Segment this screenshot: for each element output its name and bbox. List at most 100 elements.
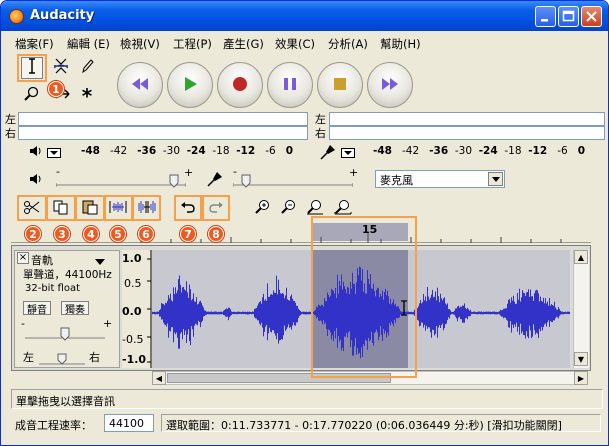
record-meter-dropdown-icon[interactable]	[341, 148, 355, 161]
vertical-scrollbar[interactable]: ▲ ▼	[573, 250, 589, 368]
output-slider-thumb[interactable]	[169, 174, 179, 191]
speaker-icon	[29, 145, 43, 160]
project-rate-value: 44100	[109, 417, 144, 430]
scroll-left-icon[interactable]: ◀	[152, 371, 166, 385]
highlight-box-1	[17, 54, 47, 82]
menu-effect[interactable]: 效果(C)	[275, 36, 315, 52]
menu-bar: 檔案(F) 編輯 (E) 檢視(V) 工程(P) 產生(G) 效果(C) 分析(…	[2, 32, 607, 52]
menu-project[interactable]: 工程(P)	[173, 36, 212, 52]
menu-help[interactable]: 幫助(H)	[380, 36, 421, 52]
highlight-box-2	[17, 195, 47, 221]
amplitude-axis: 1.0 0.5 0.0 -0.5 -1.0	[122, 250, 152, 368]
input-volume-mic-icon	[207, 171, 223, 190]
selection-info: 選取範圍：0:11.733771 - 0:17.770220 (0:06.036…	[161, 414, 601, 432]
menu-file[interactable]: 檔案(F)	[15, 36, 54, 52]
draw-tool-button[interactable]	[76, 57, 98, 79]
track-area: × 音軌 單聲道，44100Hz 32-bit float 靜音 獨奏 - + …	[11, 245, 591, 385]
callout-badge-5: 5	[110, 226, 126, 242]
selection-info-text: 選取範圍：0:11.733771 - 0:17.770220 (0:06.036…	[166, 419, 562, 432]
input-source-value: 麥克風	[380, 174, 413, 187]
output-volume-slider[interactable]	[55, 174, 187, 188]
scroll-down-icon[interactable]: ▼	[574, 352, 588, 366]
maximize-icon	[559, 7, 578, 26]
selection-status-bar: 成音工程速率： 44100 選取範圍：0:11.733771 - 0:17.77…	[11, 413, 603, 435]
status-message-bar: 單擊拖曳以選擇音訊	[11, 389, 603, 409]
record-button[interactable]	[217, 62, 263, 108]
pan-left-label: 左	[23, 351, 34, 364]
minimize-icon	[536, 7, 555, 26]
output-slider-min: -	[56, 165, 60, 178]
gain-slider-thumb[interactable]	[60, 327, 70, 344]
maximize-button[interactable]	[558, 6, 579, 27]
selection-highlight-box	[311, 216, 417, 378]
record-meter-left	[329, 112, 605, 126]
scroll-up-icon[interactable]: ▲	[574, 250, 588, 264]
menu-generate[interactable]: 產生(G)	[223, 36, 264, 52]
record-meter-right	[329, 126, 605, 140]
record-meter-right-label: 右	[315, 127, 326, 140]
menu-analyze[interactable]: 分析(A)	[328, 36, 368, 52]
pan-slider[interactable]	[39, 353, 85, 365]
stop-button[interactable]	[317, 62, 363, 108]
envelope-icon	[53, 57, 69, 79]
zoom-tool-button[interactable]	[21, 85, 43, 107]
fit-project-icon	[334, 199, 352, 218]
gain-min-label: -	[21, 317, 25, 330]
gain-slider[interactable]	[25, 327, 105, 341]
multi-tool-button[interactable]: *	[76, 84, 98, 108]
callout-badge-7: 7	[180, 226, 196, 242]
zoom-out-icon	[281, 199, 297, 218]
title-bar[interactable]: Audacity	[1, 1, 608, 31]
record-icon	[232, 76, 248, 95]
pan-right-label: 右	[89, 351, 100, 364]
mute-button[interactable]: 靜音	[23, 301, 51, 316]
project-rate-input[interactable]: 44100	[104, 414, 154, 432]
callout-badge-6: 6	[138, 226, 154, 242]
track-info: 單聲道，44100Hz	[23, 269, 112, 281]
playback-meter-left	[18, 112, 308, 126]
skip-to-start-button[interactable]	[117, 62, 163, 108]
scroll-right-icon[interactable]: ▶	[574, 371, 588, 385]
magnifier-icon	[24, 86, 40, 106]
window-title: Audacity	[30, 8, 95, 23]
input-slider-thumb[interactable]	[241, 174, 251, 191]
fit-selection-icon	[306, 199, 324, 218]
callout-badge-2: 2	[25, 226, 41, 242]
gain-max-label: +	[103, 317, 113, 330]
track-name-menu[interactable]: 音軌	[31, 252, 53, 268]
minimize-button[interactable]	[535, 6, 556, 27]
highlight-box-6	[132, 195, 161, 221]
input-source-select[interactable]: 麥克風	[375, 170, 505, 188]
microphone-icon	[320, 144, 336, 163]
play-button[interactable]	[167, 62, 213, 108]
pause-icon	[283, 77, 297, 94]
close-button[interactable]	[581, 6, 602, 27]
envelope-tool-button[interactable]	[50, 57, 72, 79]
highlight-box-8	[202, 195, 230, 221]
chevron-down-icon[interactable]	[488, 172, 503, 186]
skip-to-end-button[interactable]	[367, 62, 413, 108]
track-format: 32-bit float	[25, 283, 81, 294]
highlight-box-7	[174, 195, 202, 221]
playback-meter-dropdown-icon[interactable]	[47, 148, 61, 161]
playback-meter-right-label: 右	[5, 127, 16, 140]
highlight-box-4	[75, 195, 105, 221]
solo-button[interactable]: 獨奏	[61, 301, 89, 316]
pan-slider-thumb[interactable]	[57, 353, 67, 368]
track-close-button[interactable]: ×	[17, 252, 29, 264]
track-control-panel[interactable]: × 音軌 單聲道，44100Hz 32-bit float 靜音 獨奏 - + …	[14, 250, 120, 368]
menu-edit[interactable]: 編輯 (E)	[67, 36, 110, 52]
asterisk-icon: *	[81, 84, 93, 108]
menu-view[interactable]: 檢視(V)	[120, 36, 160, 52]
skip-end-icon	[381, 77, 399, 94]
input-volume-slider[interactable]	[232, 174, 354, 188]
zoom-out-button[interactable]	[277, 197, 301, 219]
zoom-in-icon	[255, 199, 271, 218]
highlight-box-3	[46, 195, 76, 221]
output-volume-icon	[29, 173, 43, 188]
close-icon	[582, 7, 601, 26]
zoom-in-button[interactable]	[251, 197, 275, 219]
status-message: 單擊拖曳以選擇音訊	[16, 395, 115, 408]
pause-button[interactable]	[267, 62, 313, 108]
callout-badge-4: 4	[83, 226, 99, 242]
